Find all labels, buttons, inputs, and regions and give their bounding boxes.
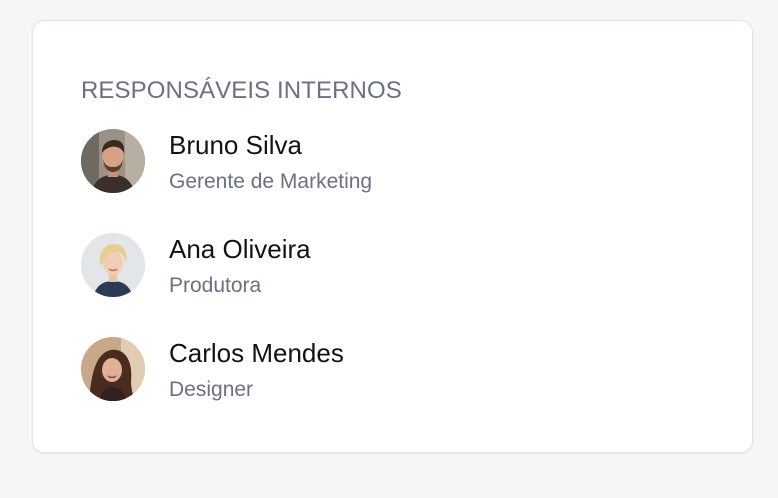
person-name: Carlos Mendes — [169, 338, 344, 368]
avatar — [81, 233, 145, 297]
person-role: Gerente de Marketing — [169, 170, 373, 193]
person-name: Ana Oliveira — [169, 234, 311, 264]
avatar — [81, 337, 145, 401]
avatar — [81, 129, 145, 193]
person-name: Bruno Silva — [169, 130, 302, 160]
section-title: RESPONSÁVEIS INTERNOS — [81, 77, 402, 104]
person-role: Designer — [169, 378, 254, 401]
person-item-bruno-silva[interactable]: Bruno Silva Gerente de Marketing — [81, 129, 681, 195]
person-item-carlos-mendes[interactable]: Carlos Mendes Designer — [81, 337, 681, 403]
internal-owners-card: RESPONSÁVEIS INTERNOS Bruno Silva Gerent… — [32, 20, 753, 453]
person-role: Produtora — [169, 274, 262, 297]
person-item-ana-oliveira[interactable]: Ana Oliveira Produtora — [81, 233, 681, 299]
